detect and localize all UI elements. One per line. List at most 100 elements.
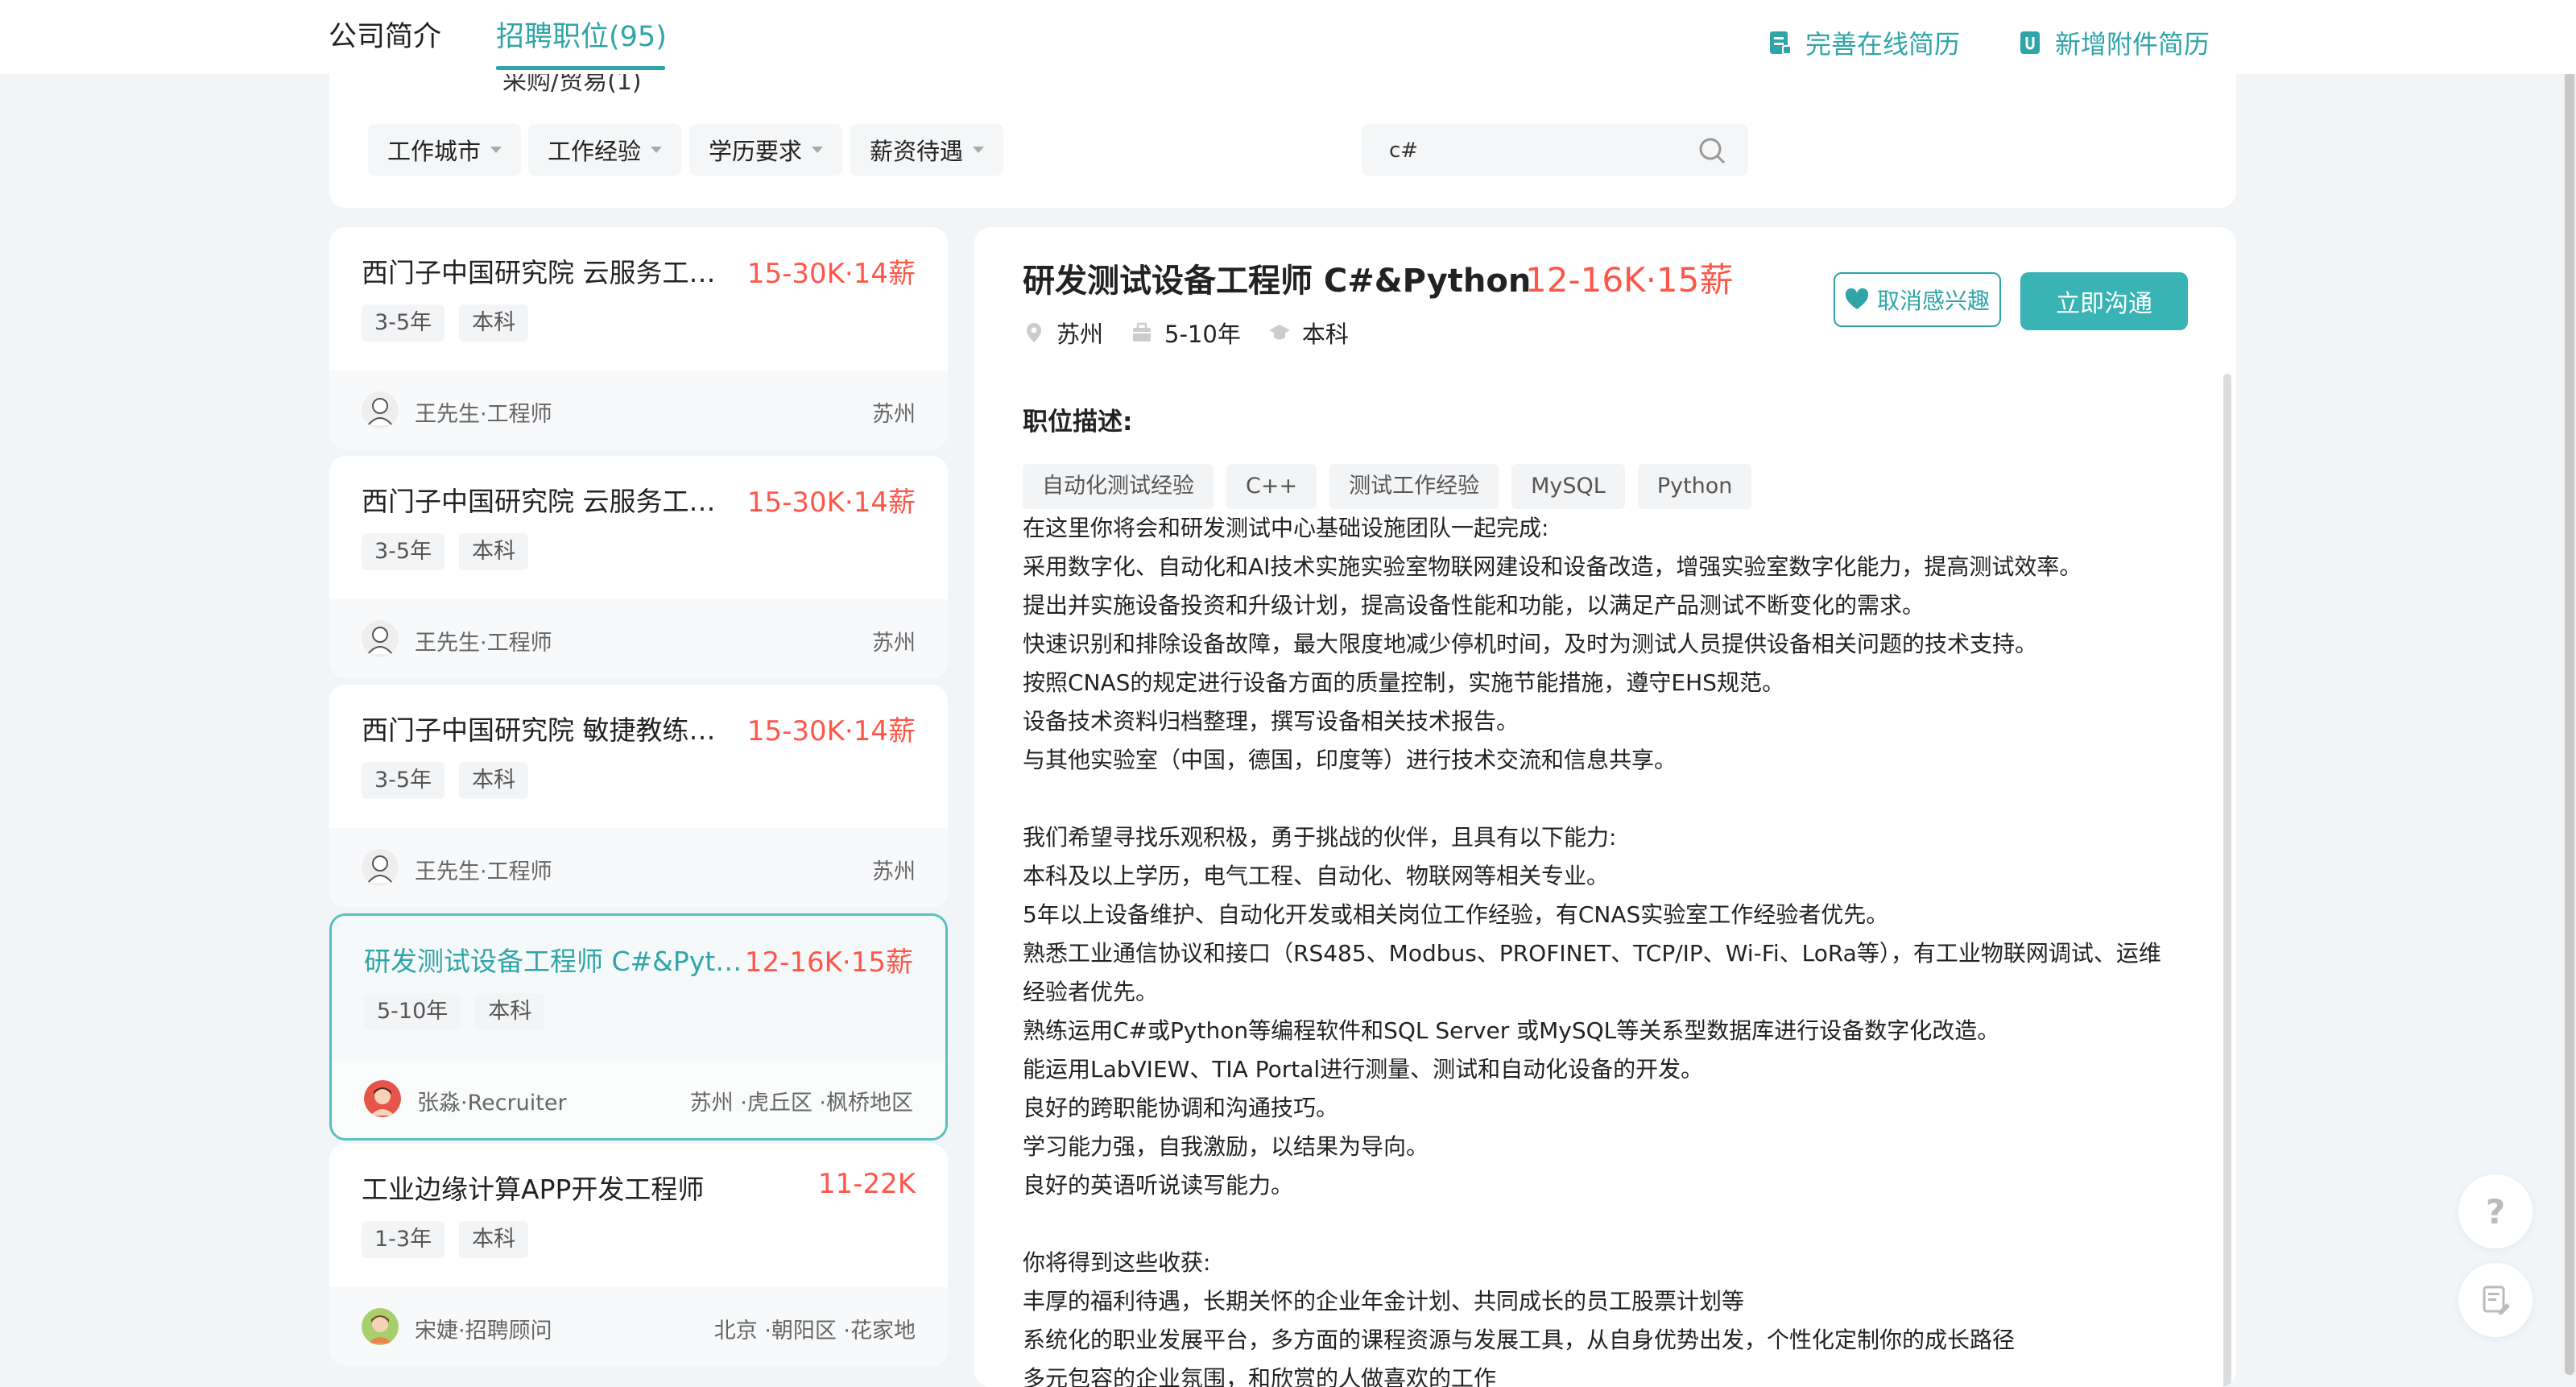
recruiter-avatar xyxy=(362,1308,399,1345)
job-tag-education: 本科 xyxy=(459,1221,529,1258)
active-tab-indicator xyxy=(496,66,665,70)
detail-city-label: 苏州 xyxy=(1056,321,1104,348)
job-tag-experience: 5-10年 xyxy=(364,993,461,1030)
job-title: 研发测试设备工程师 C#&Python xyxy=(364,946,742,977)
description-line xyxy=(1023,780,2166,818)
caret-down-icon xyxy=(490,147,502,153)
help-button[interactable]: ? xyxy=(2458,1174,2533,1248)
job-detail-panel: 研发测试设备工程师 C#&Python 12-16K·15薪 苏州 5-10年 … xyxy=(974,227,2236,1387)
skill-tags: 自动化测试经验 C++ 测试工作经验 MySQL Python xyxy=(1023,464,1752,509)
filter-salary-label: 薪资待遇 xyxy=(870,138,964,165)
job-tag-experience: 3-5年 xyxy=(362,762,445,799)
filter-city-label: 工作城市 xyxy=(387,138,482,165)
tab-company-intro[interactable]: 公司简介 xyxy=(329,18,441,56)
detail-meta: 苏州 5-10年 本科 xyxy=(1023,316,1349,350)
description-line: 快速识别和排除设备故障，最大限度地减少停机时间，及时为测试人员提供设备相关问题的… xyxy=(1023,631,2038,657)
detail-education: 本科 xyxy=(1268,316,1349,350)
description-line: 经验者优先。 xyxy=(1023,979,1159,1005)
job-tag-education: 本科 xyxy=(475,993,545,1030)
job-tag-education: 本科 xyxy=(459,762,529,799)
description-line: 采用数字化、自动化和AI技术实施实验室物联网建设和设备改造，增强实验室数字化能力… xyxy=(1023,553,2082,580)
job-card[interactable]: 工业边缘计算APP开发工程师 11-22K 1-3年 本科 宋婕·招聘顾问 北京… xyxy=(329,1144,948,1366)
job-card[interactable]: 西门子中国研究院 云服务工程师 15-30K·14薪 3-5年 本科 王先生·工… xyxy=(329,227,948,449)
add-attachment-resume-button[interactable]: 新增附件简历 xyxy=(2018,24,2210,61)
top-header: 公司简介 招聘职位(95) 完善在线简历 新增附件简历 xyxy=(0,0,2576,74)
job-salary: 12-16K·15薪 xyxy=(744,946,913,979)
detail-education-label: 本科 xyxy=(1301,321,1349,348)
filter-education[interactable]: 学历要求 xyxy=(689,124,843,176)
job-city: 苏州 xyxy=(872,859,916,884)
description-line: 你将得到这些收获: xyxy=(1023,1249,1211,1276)
job-tag-experience: 1-3年 xyxy=(362,1221,445,1258)
cancel-interest-label: 取消感兴趣 xyxy=(1876,288,1990,314)
job-title: 工业边缘计算APP开发工程师 xyxy=(362,1174,705,1205)
description-line: 按照CNAS的规定进行设备方面的质量控制，实施节能措施，遵守EHS规范。 xyxy=(1023,669,1784,696)
job-title: 西门子中国研究院 云服务工程师 xyxy=(362,486,740,517)
job-card[interactable]: 西门子中国研究院 敏捷教练（... 15-30K·14薪 3-5年 本科 王先生… xyxy=(329,685,948,907)
filter-experience-label: 工作经验 xyxy=(548,138,642,165)
job-tag-experience: 3-5年 xyxy=(362,304,445,342)
recruiter-name: 王先生·工程师 xyxy=(415,859,552,884)
filter-salary[interactable]: 薪资待遇 xyxy=(850,124,1004,176)
job-salary: 15-30K·14薪 xyxy=(746,258,916,290)
job-city: 北京 ·朝阳区 ·花家地 xyxy=(713,1319,916,1344)
skill-tag: 测试工作经验 xyxy=(1329,464,1499,509)
filter-education-label: 学历要求 xyxy=(709,138,803,165)
filter-city[interactable]: 工作城市 xyxy=(368,124,522,176)
description-line: 提出并实施设备投资和升级计划，提高设备性能和功能，以满足产品测试不断变化的需求。 xyxy=(1023,592,1925,619)
description-line: 本科及以上学历，电气工程、自动化、物联网等相关专业。 xyxy=(1023,863,1610,889)
job-tag-education: 本科 xyxy=(459,304,529,342)
chat-now-button[interactable]: 立即沟通 xyxy=(2020,272,2188,330)
description-line: 在这里你将会和研发测试中心基础设施团队一起完成: xyxy=(1023,515,1549,541)
description-line: 多元包容的企业氛围，和欣赏的人做喜欢的工作 xyxy=(1023,1365,1497,1387)
description-line: 设备技术资料归档整理，撰写设备相关技术报告。 xyxy=(1023,708,1520,735)
search-box xyxy=(1362,124,1748,176)
job-city: 苏州 xyxy=(872,402,916,427)
recruiter-name: 宋婕·招聘顾问 xyxy=(415,1319,552,1344)
job-salary: 15-30K·14薪 xyxy=(746,715,916,747)
description-line: 5年以上设备维护、自动化开发或相关岗位工作经验，有CNAS实验室工作经验者优先。 xyxy=(1023,901,1889,928)
description-line: 良好的跨职能协调和沟通技巧。 xyxy=(1023,1095,1339,1121)
help-icon: ? xyxy=(2485,1191,2506,1232)
job-title: 西门子中国研究院 云服务工程师 xyxy=(362,257,740,288)
recruiter-name: 张淼·Recruiter xyxy=(417,1091,567,1116)
job-salary: 15-30K·14薪 xyxy=(746,486,916,519)
filter-experience[interactable]: 工作经验 xyxy=(528,124,682,176)
detail-job-title: 研发测试设备工程师 C#&Python xyxy=(1023,263,1532,300)
job-city: 苏州 ·虎丘区 ·枫桥地区 xyxy=(689,1091,913,1116)
caret-down-icon xyxy=(812,147,824,153)
job-card-selected[interactable]: 研发测试设备工程师 C#&Python 12-16K·15薪 5-10年 本科 … xyxy=(329,913,948,1141)
job-city: 苏州 xyxy=(872,631,916,656)
search-input[interactable] xyxy=(1387,132,1681,169)
job-salary: 11-22K xyxy=(817,1168,916,1200)
skill-tag: Python xyxy=(1637,464,1752,509)
attachment-icon xyxy=(2020,31,2040,54)
caret-down-icon xyxy=(973,147,985,153)
job-description-heading: 职位描述: xyxy=(1023,408,1133,437)
feedback-edit-icon xyxy=(2483,1286,2510,1315)
complete-online-resume-button[interactable]: 完善在线简历 xyxy=(1768,24,1960,61)
cancel-interest-button[interactable]: 取消感兴趣 xyxy=(1834,272,2001,327)
recruiter-name: 王先生·工程师 xyxy=(415,631,552,656)
description-line: 熟悉工业通信协议和接口（RS485、Modbus、PROFINET、TCP/IP… xyxy=(1023,940,2161,967)
job-card[interactable]: 西门子中国研究院 云服务工程师 15-30K·14薪 3-5年 本科 王先生·工… xyxy=(329,456,948,678)
heart-icon xyxy=(1845,288,1868,309)
detail-experience: 5-10年 xyxy=(1131,316,1241,350)
description-line: 良好的英语听说读写能力。 xyxy=(1023,1172,1294,1199)
search-icon[interactable] xyxy=(1698,137,1726,164)
description-line xyxy=(1023,1205,2166,1244)
description-line: 我们希望寻找乐观积极，勇于挑战的伙伴，且具有以下能力: xyxy=(1023,824,1617,851)
recruiter-name: 王先生·工程师 xyxy=(415,402,552,427)
tab-jobs[interactable]: 招聘职位(95) xyxy=(496,18,667,56)
page-scrollbar[interactable] xyxy=(2563,0,2576,1375)
detail-scrollbar[interactable] xyxy=(2223,374,2231,1387)
complete-online-resume-label: 完善在线简历 xyxy=(1805,29,1961,60)
page-scrollbar-thumb[interactable] xyxy=(2565,0,2574,1375)
job-tag-experience: 3-5年 xyxy=(362,533,445,570)
description-line: 能运用LabVIEW、TIA Portal进行测量、测试和自动化设备的开发。 xyxy=(1023,1056,1704,1083)
skill-tag: C++ xyxy=(1226,464,1317,509)
job-description-text: 在这里你将会和研发测试中心基础设施团队一起完成: 采用数字化、自动化和AI技术实… xyxy=(1023,509,2166,1387)
feedback-button[interactable] xyxy=(2458,1263,2533,1337)
recruiter-avatar xyxy=(364,1080,401,1117)
graduation-cap-icon xyxy=(1268,325,1290,340)
